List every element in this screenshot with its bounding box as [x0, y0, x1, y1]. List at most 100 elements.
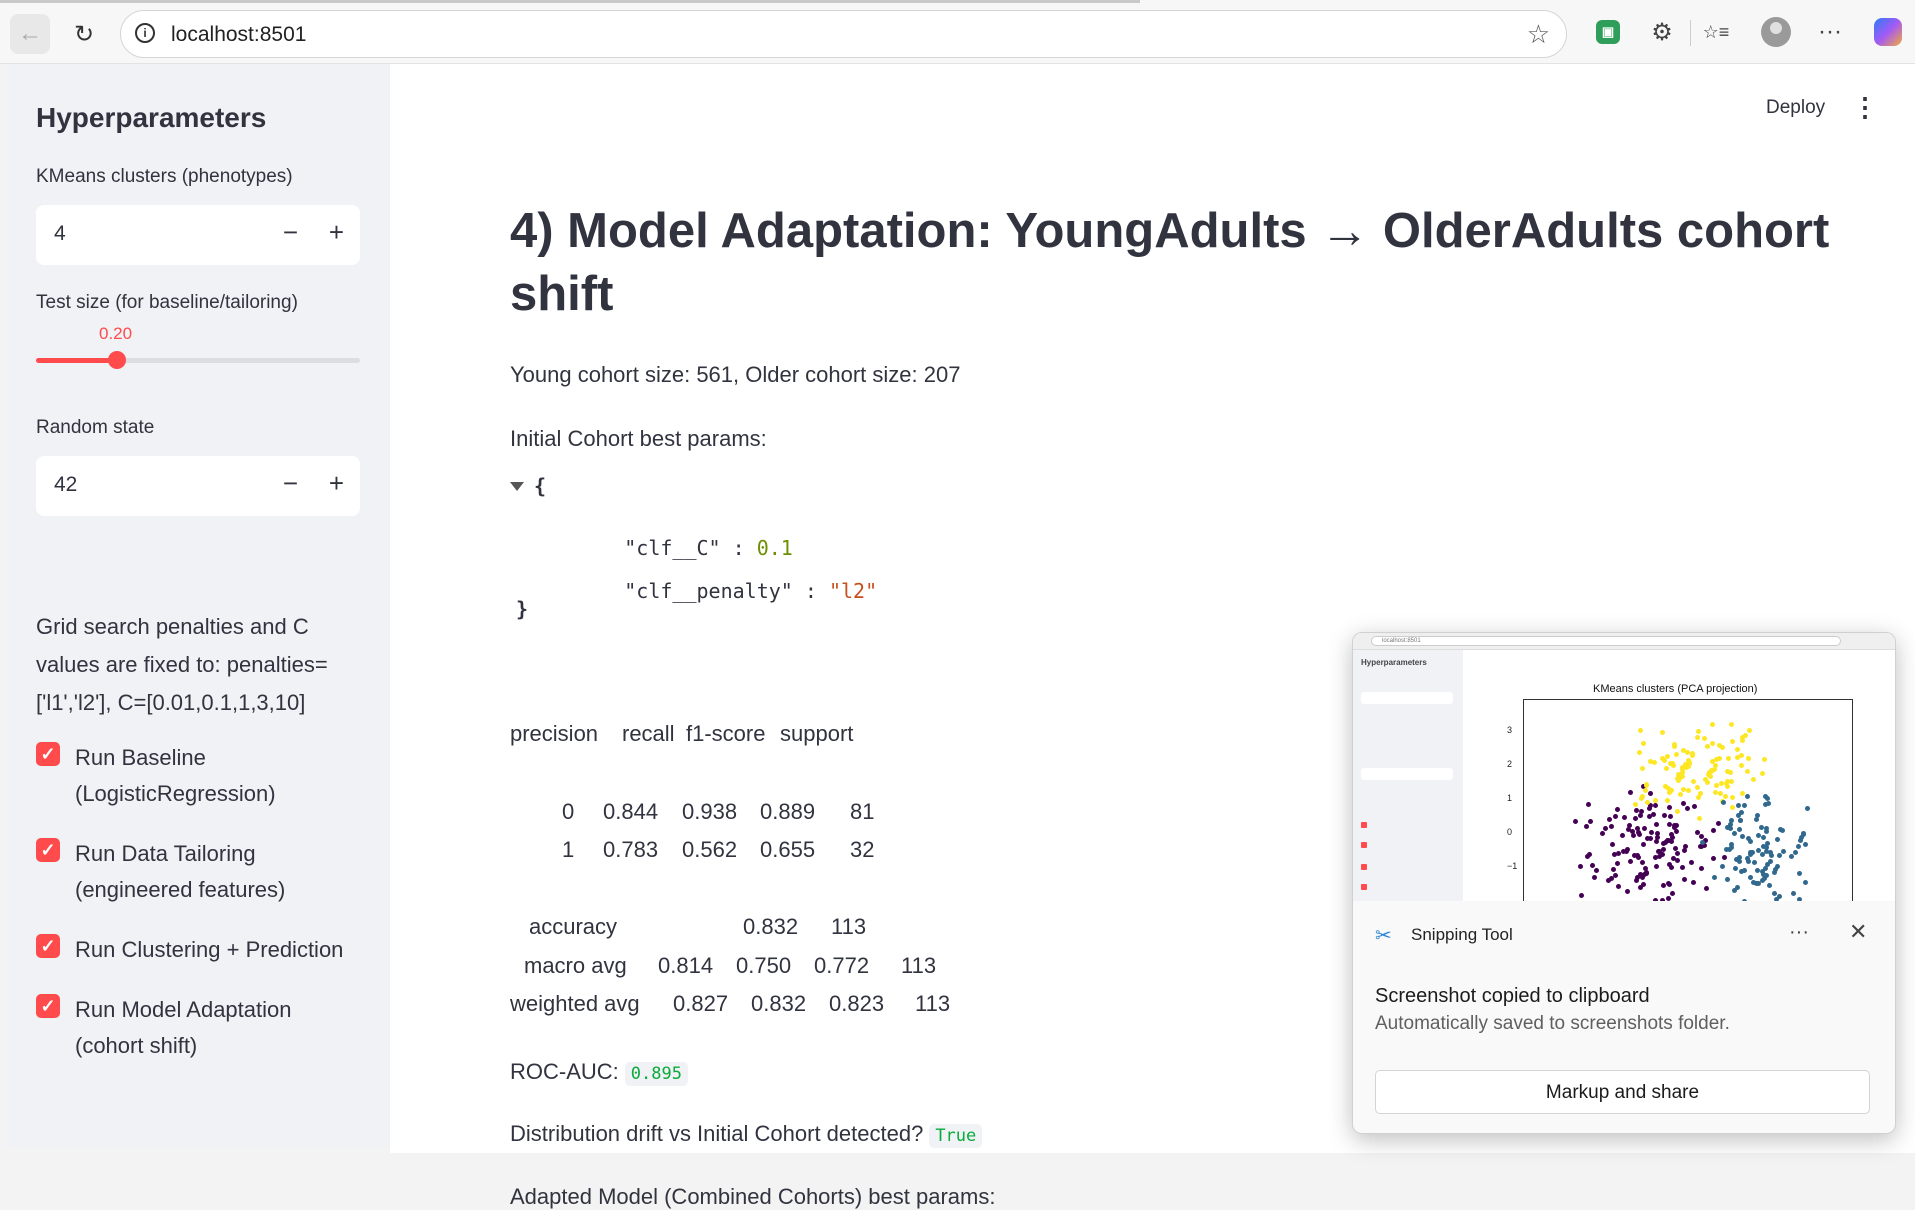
thumbnail-scatter-point: [1685, 806, 1690, 811]
checkbox-checked-icon[interactable]: ✓: [36, 934, 60, 958]
thumbnail-scatter-point: [1712, 875, 1717, 880]
thumbnail-scatter-point: [1616, 884, 1621, 889]
thumbnail-scatter-point: [1637, 750, 1642, 755]
checkbox-checked-icon[interactable]: ✓: [36, 838, 60, 862]
thumbnail-scatter-point: [1653, 803, 1658, 808]
random-state-number-input[interactable]: 42 − +: [36, 456, 360, 516]
thumbnail-scatter-point: [1628, 790, 1633, 795]
thumbnail-scatter-point: [1620, 833, 1625, 838]
thumbnail-scatter-point: [1682, 877, 1687, 882]
extension-icon[interactable]: ▣: [1592, 16, 1624, 48]
collapse-caret-icon[interactable]: [510, 482, 524, 491]
kmeans-number-input[interactable]: 4 − +: [36, 205, 360, 265]
report-cell: 0.832: [743, 914, 798, 940]
checkbox-label[interactable]: Run Clustering + Prediction: [75, 932, 365, 968]
address-bar[interactable]: i localhost:8501 ☆: [120, 10, 1567, 58]
thumbnail-scatter-point: [1680, 774, 1685, 779]
markup-and-share-button[interactable]: Markup and share: [1375, 1070, 1870, 1114]
thumbnail-scatter-point: [1772, 870, 1777, 875]
thumbnail-scatter-point: [1742, 868, 1747, 873]
thumbnail-scatter-point: [1670, 761, 1675, 766]
favorites-icon[interactable]: ☆≡: [1700, 16, 1732, 48]
thumbnail-scatter-point: [1691, 779, 1696, 784]
test-size-slider[interactable]: [36, 358, 360, 363]
thumbnail-scatter-point: [1760, 852, 1765, 857]
thumbnail-scatter-point: [1739, 753, 1744, 758]
thumbnail-scatter-point: [1746, 756, 1751, 761]
thumbnail-scatter-point: [1803, 842, 1808, 847]
thumbnail-scatter-point: [1754, 817, 1759, 822]
thumbnail-scatter-point: [1649, 830, 1654, 835]
thumbnail-scatter-point: [1772, 891, 1777, 896]
thumbnail-scatter-point: [1588, 819, 1593, 824]
thumbnail-scatter-point: [1633, 816, 1638, 821]
back-icon[interactable]: ←: [10, 14, 50, 54]
thumbnail-scatter-point: [1761, 835, 1766, 840]
thumbnail-browser-bar: localhost:8501: [1353, 633, 1895, 650]
snipping-tool-notification[interactable]: localhost:8501 Hyperparameters KMeans cl…: [1352, 632, 1896, 1134]
copilot-icon[interactable]: [1872, 16, 1904, 48]
thumbnail-scatter-point: [1730, 795, 1735, 800]
thumbnail-scatter-point: [1615, 807, 1620, 812]
screenshot-thumbnail[interactable]: localhost:8501 Hyperparameters KMeans cl…: [1353, 633, 1895, 901]
thumbnail-scatter-point: [1573, 819, 1578, 824]
thumbnail-scatter-point: [1651, 812, 1656, 817]
puzzle-icon[interactable]: ⚙: [1646, 16, 1678, 48]
more-icon[interactable]: ···: [1814, 16, 1846, 48]
thumbnail-scatter-point: [1746, 836, 1751, 841]
checkbox-label[interactable]: Run Baseline (LogisticRegression): [75, 740, 365, 812]
kmeans-value[interactable]: 4: [54, 222, 66, 246]
thumbnail-scatter-point: [1745, 794, 1750, 799]
kmeans-label: KMeans clusters (phenotypes): [36, 166, 293, 188]
thumbnail-scatter-point: [1635, 853, 1640, 858]
thumbnail-scatter-point: [1640, 766, 1645, 771]
thumbnail-scatter-point: [1584, 824, 1589, 829]
reload-icon[interactable]: ↻: [64, 14, 104, 54]
checkbox-checked-icon[interactable]: ✓: [36, 742, 60, 766]
deploy-button[interactable]: Deploy: [1766, 97, 1825, 119]
thumbnail-scatter-point: [1692, 804, 1697, 809]
profile-avatar-icon[interactable]: [1760, 16, 1792, 48]
thumbnail-scatter-point: [1756, 881, 1761, 886]
checkbox-label[interactable]: Run Data Tailoring (engineered features): [75, 836, 365, 908]
kmeans-increment-button[interactable]: +: [329, 217, 344, 248]
thumbnail-scatter-point: [1681, 801, 1686, 806]
thumbnail-scatter-point: [1713, 790, 1718, 795]
thumbnail-scatter-point: [1644, 783, 1649, 788]
thumbnail-scatter-point: [1613, 873, 1618, 878]
thumbnail-scatter-point: [1680, 865, 1685, 870]
thumbnail-scatter-point: [1737, 859, 1742, 864]
checkbox-label[interactable]: Run Model Adaptation (cohort shift): [75, 992, 365, 1064]
report-cell: 113: [901, 953, 936, 979]
thumbnail-scatter-point: [1759, 825, 1764, 830]
bookmark-star-icon[interactable]: ☆: [1527, 19, 1550, 50]
report-cell: 0.823: [829, 991, 884, 1017]
thumbnail-scatter-point: [1797, 871, 1802, 876]
main-menu-icon[interactable]: ⋮: [1852, 92, 1878, 123]
thumbnail-checkbox: [1361, 864, 1367, 870]
thumbnail-scatter-point: [1740, 738, 1745, 743]
thumbnail-scatter-point: [1691, 880, 1696, 885]
url-text[interactable]: localhost:8501: [171, 23, 306, 47]
notification-close-icon[interactable]: ✕: [1849, 919, 1867, 945]
site-info-icon[interactable]: i: [135, 23, 155, 43]
adapted-params-label: Adapted Model (Combined Cohorts) best pa…: [510, 1184, 995, 1210]
report-cell: 0: [562, 799, 574, 825]
random-state-value[interactable]: 42: [54, 473, 77, 497]
thumbnail-scatter-point: [1764, 873, 1769, 878]
thumbnail-scatter-point: [1667, 862, 1672, 867]
random-state-increment-button[interactable]: +: [329, 468, 344, 499]
thumbnail-scatter-point: [1690, 753, 1695, 758]
notification-more-icon[interactable]: ···: [1789, 921, 1809, 944]
grid-search-note: Grid search penalties and C values are f…: [36, 608, 356, 722]
thumbnail-input: [1361, 768, 1453, 780]
thumbnail-scatter-point: [1729, 779, 1734, 784]
checkbox-checked-icon[interactable]: ✓: [36, 994, 60, 1018]
thumbnail-scatter-point: [1742, 803, 1747, 808]
slider-thumb[interactable]: [108, 351, 126, 369]
random-state-decrement-button[interactable]: −: [283, 468, 298, 499]
thumbnail-scatter-point: [1664, 766, 1669, 771]
thumbnail-scatter-point: [1710, 722, 1715, 727]
kmeans-decrement-button[interactable]: −: [283, 217, 298, 248]
thumbnail-scatter-point: [1751, 777, 1756, 782]
